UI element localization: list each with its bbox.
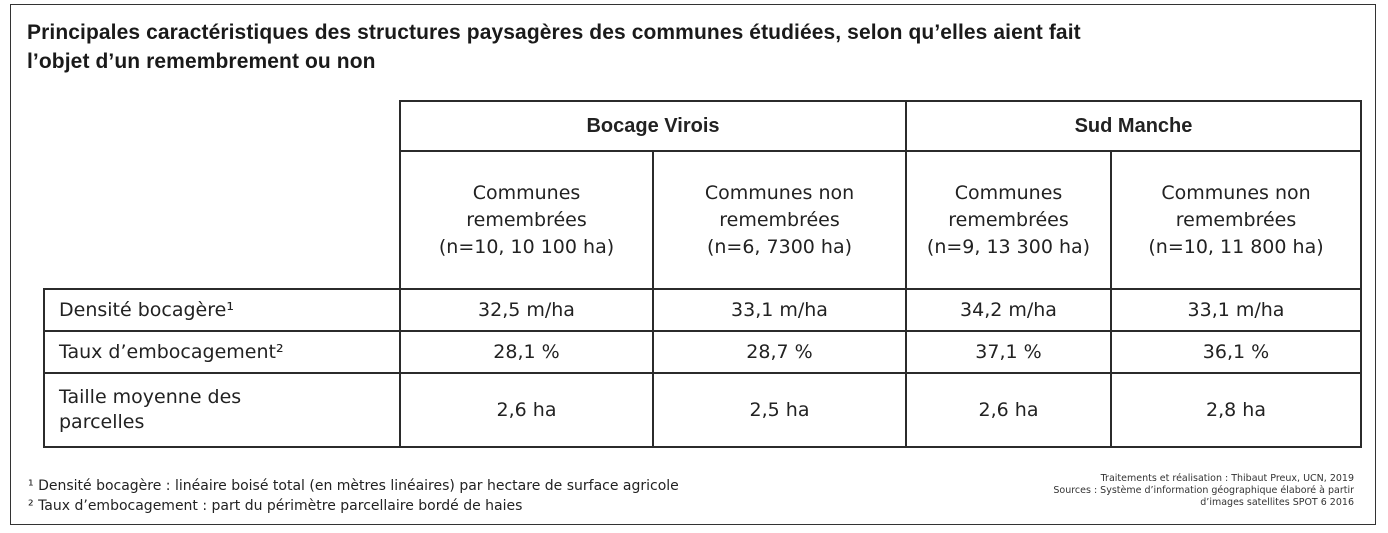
row-label: Taux d’embocagement² (43, 330, 401, 374)
table-cell: 2,6 ha (905, 372, 1112, 448)
column-header-line: (n=9, 13 300 ha) (926, 235, 1091, 258)
table-cell: 33,1 m/ha (1110, 288, 1362, 332)
table-cell: 2,8 ha (1110, 372, 1362, 448)
column-header-line: Communes (954, 181, 1063, 204)
column-header-line: (n=10, 10 100 ha) (438, 235, 615, 258)
data-table: Bocage Virois Sud Manche Communes rememb… (43, 100, 1362, 448)
footnotes: ¹ Densité bocagère : linéaire boisé tota… (28, 476, 679, 516)
column-header-line: (n=6, 7300 ha) (706, 235, 853, 258)
table-row: Taux d’embocagement² 28,1 % 28,7 % 37,1 … (43, 330, 1362, 374)
table-cell: 36,1 % (1110, 330, 1362, 374)
credit-line: Sources : Système d’information géograph… (1053, 485, 1354, 496)
column-header-line: Communes (472, 181, 581, 204)
column-header-line: (n=10, 11 800 ha) (1148, 235, 1324, 258)
table-cell: 37,1 % (905, 330, 1112, 374)
figure-title: Principales caractéristiques des structu… (27, 18, 1327, 76)
table-cell: 34,2 m/ha (905, 288, 1112, 332)
column-header-line: Communes non (704, 181, 855, 204)
column-header-line: remembrées (466, 208, 587, 231)
table-cell: 32,5 m/ha (399, 288, 654, 332)
footnote-2: ² Taux d’embocagement : part du périmètr… (28, 498, 523, 514)
column-header-line: Communes non (1161, 181, 1311, 204)
group-header-sud-manche: Sud Manche (905, 100, 1362, 152)
credits: Traitements et réalisation : Thibaut Pre… (934, 473, 1354, 509)
column-header-line: remembrées (1175, 208, 1297, 231)
column-header-line: remembrées (719, 208, 840, 231)
row-label-line: Taille moyenne des (59, 386, 242, 408)
table-cell: 2,6 ha (399, 372, 654, 448)
column-header: Communes remembrées (n=10, 10 100 ha) (399, 150, 654, 290)
group-header-bocage-virois: Bocage Virois (399, 100, 907, 152)
title-line-1: Principales caractéristiques des structu… (27, 21, 1081, 44)
credit-line: d’images satellites SPOT 6 2016 (1200, 497, 1354, 508)
corner-cell (44, 101, 401, 290)
row-label-line: parcelles (59, 411, 145, 433)
credit-line: Traitements et réalisation : Thibaut Pre… (1100, 473, 1354, 484)
table-cell: 2,5 ha (652, 372, 907, 448)
row-label: Densité bocagère¹ (43, 288, 401, 332)
table-cell: 33,1 m/ha (652, 288, 907, 332)
table-row: Densité bocagère¹ 32,5 m/ha 33,1 m/ha 34… (43, 288, 1362, 332)
column-header-line: remembrées (948, 208, 1069, 231)
column-header: Communes non remembrées (n=6, 7300 ha) (652, 150, 907, 290)
table-cell: 28,1 % (399, 330, 654, 374)
row-label: Taille moyenne des parcelles (43, 372, 401, 448)
footnote-1: ¹ Densité bocagère : linéaire boisé tota… (28, 478, 679, 494)
table-row: Taille moyenne des parcelles 2,6 ha 2,5 … (43, 372, 1362, 448)
column-header: Communes non remembrées (n=10, 11 800 ha… (1110, 150, 1362, 290)
table-cell: 28,7 % (652, 330, 907, 374)
column-header: Communes remembrées (n=9, 13 300 ha) (905, 150, 1112, 290)
title-line-2: l’objet d’un remembrement ou non (27, 50, 376, 73)
